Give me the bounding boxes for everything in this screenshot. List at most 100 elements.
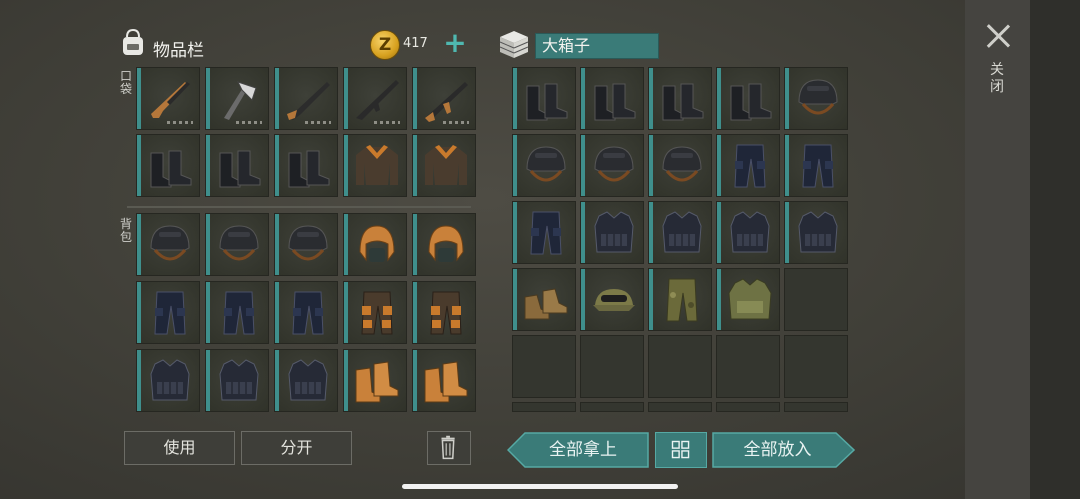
pocket-slot[interactable] xyxy=(343,67,407,130)
box-slot[interactable] xyxy=(648,201,712,264)
box-slot[interactable] xyxy=(648,402,712,412)
backpack-slot[interactable] xyxy=(205,281,269,344)
close-label[interactable]: 关闭 xyxy=(989,62,1005,96)
backpack-slot[interactable] xyxy=(205,349,269,412)
backpack-slot[interactable] xyxy=(136,349,200,412)
durability-indicator xyxy=(236,121,262,124)
box-slot[interactable] xyxy=(580,67,644,130)
box-slot[interactable] xyxy=(580,402,644,412)
box-slot[interactable] xyxy=(784,335,848,398)
box-slot[interactable] xyxy=(648,335,712,398)
add-coins-button[interactable]: + xyxy=(442,29,468,57)
box-slot[interactable] xyxy=(580,134,644,197)
helmet-icon xyxy=(526,146,566,182)
box-slot[interactable] xyxy=(784,67,848,130)
slot-indicator xyxy=(275,350,279,411)
slot-indicator xyxy=(275,135,279,196)
axe-icon xyxy=(224,81,257,120)
box-slot[interactable] xyxy=(512,402,576,412)
pocket-slot[interactable] xyxy=(136,134,200,197)
slot-indicator xyxy=(413,214,417,275)
box-slot[interactable] xyxy=(784,134,848,197)
slot-indicator xyxy=(649,269,653,330)
pocket-slot[interactable] xyxy=(412,134,476,197)
put-all-button[interactable]: 全部放入 xyxy=(712,432,855,468)
pants-icon xyxy=(734,144,766,188)
take-all-button[interactable]: 全部拿上 xyxy=(507,432,649,468)
boots-icon xyxy=(662,83,704,121)
sort-button[interactable] xyxy=(655,432,707,468)
split-button[interactable]: 分开 xyxy=(241,431,352,465)
backpack-slot[interactable] xyxy=(412,213,476,276)
helmet-icon xyxy=(594,146,634,182)
leather-pants-icon xyxy=(361,291,393,335)
pocket-slot[interactable] xyxy=(412,67,476,130)
box-slot[interactable] xyxy=(716,67,780,130)
body-armor-icon xyxy=(219,359,259,401)
slot-indicator xyxy=(137,214,141,275)
pocket-slot[interactable] xyxy=(136,67,200,130)
use-button[interactable]: 使用 xyxy=(124,431,235,465)
slot-indicator xyxy=(581,135,585,196)
backpack-slot[interactable] xyxy=(343,349,407,412)
slot-indicator xyxy=(206,282,210,343)
boots-icon xyxy=(526,83,568,121)
backpack-slot[interactable] xyxy=(274,213,338,276)
body-armor-icon xyxy=(662,211,702,253)
box-slot[interactable] xyxy=(784,268,848,331)
box-slot[interactable] xyxy=(716,201,780,264)
leather-pants-icon xyxy=(430,291,462,335)
box-slot[interactable] xyxy=(512,201,576,264)
backpack-slot[interactable] xyxy=(412,349,476,412)
shotgun-icon xyxy=(287,82,330,120)
home-indicator[interactable] xyxy=(402,484,678,489)
slot-indicator xyxy=(344,68,348,129)
close-icon[interactable] xyxy=(984,22,1012,50)
winter-hat-icon xyxy=(428,225,464,262)
pocket-slot[interactable] xyxy=(274,134,338,197)
backpack-slot[interactable] xyxy=(205,213,269,276)
box-slot[interactable] xyxy=(716,335,780,398)
box-slot[interactable] xyxy=(512,67,576,130)
box-slot[interactable] xyxy=(580,335,644,398)
leather-jacket-icon xyxy=(425,145,467,185)
box-slot[interactable] xyxy=(648,268,712,331)
pockets-label: 口袋 xyxy=(119,69,132,96)
box-slot[interactable] xyxy=(648,134,712,197)
backpack-slot[interactable] xyxy=(343,213,407,276)
boots-icon xyxy=(288,150,330,188)
backpack-slot[interactable] xyxy=(136,281,200,344)
backpack-slot[interactable] xyxy=(274,349,338,412)
box-slot[interactable] xyxy=(716,134,780,197)
box-slot[interactable] xyxy=(580,201,644,264)
pocket-slot[interactable] xyxy=(205,67,269,130)
slot-indicator xyxy=(344,350,348,411)
box-slot[interactable] xyxy=(648,67,712,130)
box-slot[interactable] xyxy=(512,268,576,331)
slot-indicator xyxy=(206,350,210,411)
slot-indicator xyxy=(513,202,517,263)
pocket-slot[interactable] xyxy=(274,67,338,130)
backpack-slot[interactable] xyxy=(274,281,338,344)
pocket-slot[interactable] xyxy=(205,134,269,197)
hunting-rifle-icon xyxy=(151,82,190,118)
trash-button[interactable] xyxy=(427,431,471,465)
slot-indicator xyxy=(275,282,279,343)
box-slot[interactable] xyxy=(784,402,848,412)
backpack-slot[interactable] xyxy=(343,281,407,344)
box-slot[interactable] xyxy=(716,402,780,412)
slot-indicator xyxy=(785,202,789,263)
helmet-icon xyxy=(662,146,702,182)
backpack-slot[interactable] xyxy=(412,281,476,344)
boots-icon xyxy=(219,150,261,188)
box-slot[interactable] xyxy=(716,268,780,331)
pocket-slot[interactable] xyxy=(343,134,407,197)
slot-indicator xyxy=(717,135,721,196)
camo-pants-icon xyxy=(666,278,698,322)
slot-indicator xyxy=(413,350,417,411)
box-slot[interactable] xyxy=(580,268,644,331)
box-slot[interactable] xyxy=(784,201,848,264)
box-slot[interactable] xyxy=(512,335,576,398)
box-slot[interactable] xyxy=(512,134,576,197)
backpack-slot[interactable] xyxy=(136,213,200,276)
